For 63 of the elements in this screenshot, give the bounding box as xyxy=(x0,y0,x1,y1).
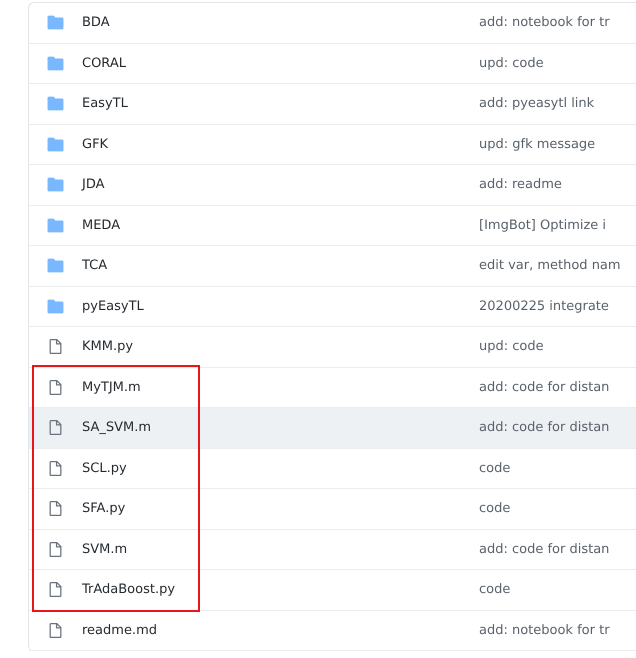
folder-icon xyxy=(47,298,64,315)
file-row[interactable]: SVM.m add: code for distan xyxy=(29,530,636,570)
file-row[interactable]: BDA add: notebook for tr xyxy=(29,3,636,44)
file-name-link[interactable]: TCA xyxy=(82,258,479,274)
file-row[interactable]: readme.md add: notebook for tr xyxy=(29,610,636,651)
file-icon xyxy=(47,378,64,396)
file-name-link[interactable]: MyTJM.m xyxy=(82,380,479,395)
file-name-link[interactable]: readme.md xyxy=(82,622,479,638)
commit-message-link[interactable]: upd: gfk message xyxy=(479,136,596,152)
commit-message-link[interactable]: code xyxy=(479,501,510,516)
commit-message-link[interactable]: add: notebook for tr xyxy=(479,15,610,30)
commit-message-link[interactable]: add: pyeasytl link xyxy=(479,96,594,112)
file-name-link[interactable]: MEDA xyxy=(82,218,479,233)
file-icon xyxy=(47,540,64,558)
file-icon xyxy=(47,460,64,477)
file-row[interactable]: CORAL upd: code xyxy=(29,44,636,84)
commit-message-link[interactable]: code xyxy=(479,460,510,476)
file-name-link[interactable]: SVM.m xyxy=(82,542,479,557)
file-row[interactable]: SFA.py code xyxy=(29,489,636,530)
file-row[interactable]: MEDA [ImgBot] Optimize i xyxy=(29,206,636,246)
folder-icon xyxy=(47,216,64,234)
file-name-link[interactable]: SCL.py xyxy=(82,460,479,476)
file-name-link[interactable]: CORAL xyxy=(82,56,479,71)
file-name-link[interactable]: KMM.py xyxy=(82,339,479,354)
file-icon xyxy=(47,338,64,356)
commit-message-link[interactable]: add: readme xyxy=(479,177,562,192)
file-name-link[interactable]: EasyTL xyxy=(82,96,479,112)
commit-message-link[interactable]: edit var, method nam xyxy=(479,258,621,274)
commit-message-link[interactable]: add: code for distan xyxy=(479,542,610,557)
file-row[interactable]: GFK upd: gfk message xyxy=(29,124,636,165)
file-row[interactable]: pyEasyTL 20200225 integrate xyxy=(29,286,636,327)
file-icon xyxy=(47,581,64,598)
file-name-link[interactable]: SA_SVM.m xyxy=(82,420,479,436)
folder-icon xyxy=(47,176,64,194)
file-row[interactable]: SA_SVM.m add: code for distan xyxy=(29,408,636,448)
commit-message-link[interactable]: upd: code xyxy=(479,56,544,71)
file-name-link[interactable]: SFA.py xyxy=(82,501,479,516)
commit-message-link[interactable]: add: code for distan xyxy=(479,420,610,436)
folder-icon xyxy=(47,136,64,153)
file-row[interactable]: KMM.py upd: code xyxy=(29,327,636,368)
folder-icon xyxy=(47,257,64,274)
file-name-link[interactable]: BDA xyxy=(82,15,479,30)
file-icon xyxy=(47,500,64,518)
file-name-link[interactable]: JDA xyxy=(82,177,479,192)
file-row[interactable]: EasyTL add: pyeasytl link xyxy=(29,84,636,124)
file-row[interactable]: TCA edit var, method nam xyxy=(29,246,636,286)
file-icon xyxy=(47,419,64,436)
file-icon xyxy=(47,622,64,639)
folder-icon xyxy=(47,54,64,72)
commit-message-link[interactable]: add: code for distan xyxy=(479,380,610,395)
file-name-link[interactable]: GFK xyxy=(82,136,479,152)
file-row[interactable]: SCL.py code xyxy=(29,448,636,489)
commit-message-link[interactable]: [ImgBot] Optimize i xyxy=(479,218,606,233)
file-name-link[interactable]: pyEasyTL xyxy=(82,298,479,314)
folder-icon xyxy=(47,95,64,112)
file-name-link[interactable]: TrAdaBoost.py xyxy=(82,582,479,598)
commit-message-link[interactable]: 20200225 integrate xyxy=(479,298,609,314)
commit-message-link[interactable]: code xyxy=(479,582,510,598)
file-row[interactable]: TrAdaBoost.py code xyxy=(29,570,636,610)
folder-icon xyxy=(47,14,64,32)
file-row[interactable]: JDA add: readme xyxy=(29,165,636,206)
commit-message-link[interactable]: add: notebook for tr xyxy=(479,622,610,638)
commit-message-link[interactable]: upd: code xyxy=(479,339,544,354)
